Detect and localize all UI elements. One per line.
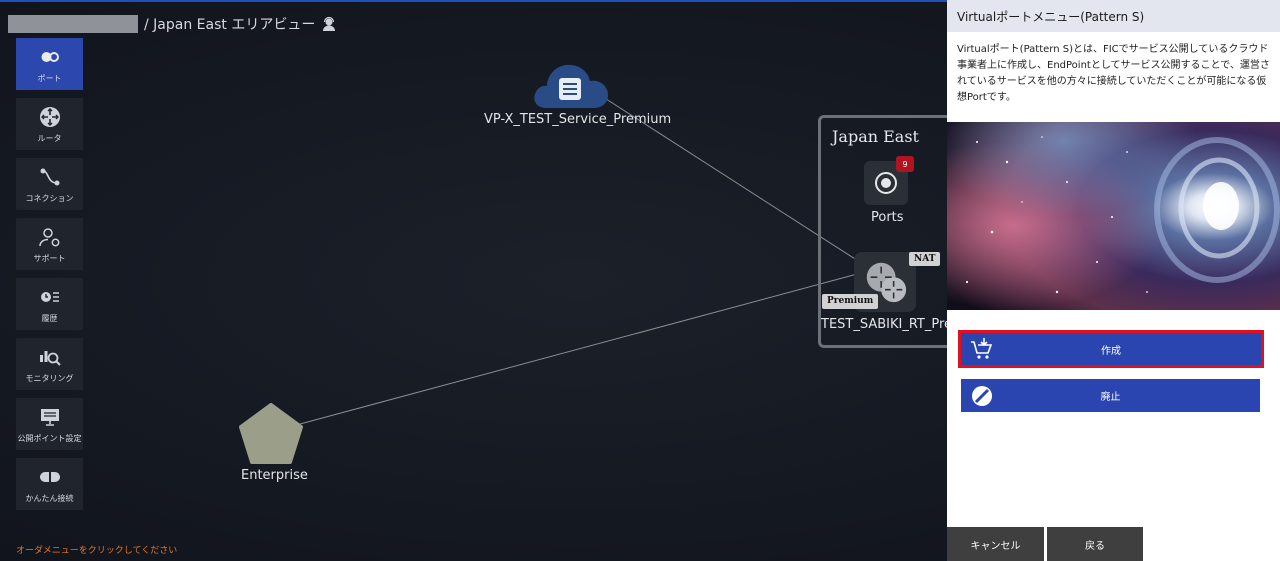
panel-description: Virtualポート(Pattern S)とは、FICでサービス公開しているクラ… <box>957 44 1270 103</box>
space-wormhole-image <box>947 122 1280 310</box>
nat-tag: NAT <box>909 252 941 266</box>
delete-button[interactable]: 廃止 <box>961 379 1260 412</box>
connection-lines <box>299 96 881 425</box>
radio-port-icon <box>875 172 897 194</box>
cancel-button[interactable]: キャンセル <box>947 527 1044 561</box>
create-button-label: 作成 <box>1101 345 1121 357</box>
panel-title: Virtualポートメニュー(Pattern S) <box>947 0 1280 32</box>
cart-add-icon <box>971 338 993 359</box>
cloud-node-label: VP-X_TEST_Service_Premium <box>484 112 672 127</box>
virtual-port-menu-panel: Virtualポートメニュー(Pattern S) Virtualポート(Pat… <box>947 0 1280 561</box>
area-box-japan-east <box>818 115 958 348</box>
pentagon-icon <box>239 403 303 464</box>
router-label: TEST_SABIKI_RT_Pre <box>821 317 947 332</box>
premium-tag: Premium <box>822 294 879 309</box>
ports-label: Ports <box>871 210 904 225</box>
server-cloud-icon <box>534 64 608 108</box>
enterprise-node-label: Enterprise <box>241 468 308 483</box>
delete-button-label: 廃止 <box>1100 392 1121 403</box>
cloud-service-node[interactable] <box>532 58 612 112</box>
area-title: Japan East <box>832 127 919 146</box>
back-button[interactable]: 戻る <box>1047 527 1143 561</box>
ban-icon <box>972 386 992 406</box>
enterprise-node[interactable] <box>238 403 304 465</box>
create-button[interactable]: 作成 <box>961 333 1261 365</box>
ports-count-badge: 9 <box>896 156 914 172</box>
